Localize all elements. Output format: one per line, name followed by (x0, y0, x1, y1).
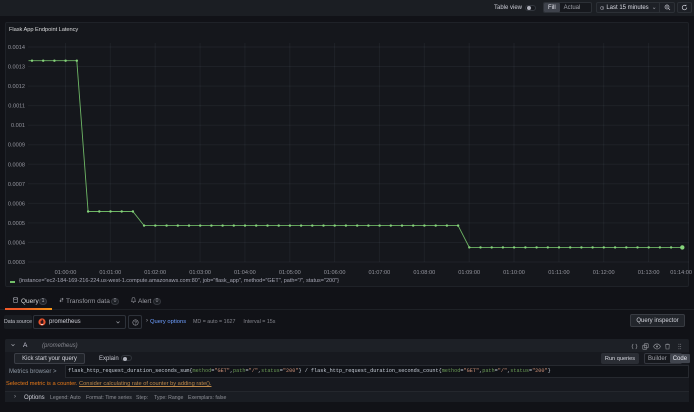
svg-text:0.0014: 0.0014 (8, 45, 25, 51)
svg-text:01:14:00: 01:14:00 (670, 270, 692, 276)
svg-text:01:06:00: 01:06:00 (324, 270, 346, 276)
svg-text:01:07:00: 01:07:00 (369, 270, 391, 276)
svg-text:01:13:00: 01:13:00 (638, 270, 660, 276)
svg-text:0.0013: 0.0013 (8, 65, 25, 71)
svg-text:01:11:00: 01:11:00 (548, 270, 569, 276)
svg-text:01:03:00: 01:03:00 (189, 270, 211, 276)
svg-text:01:05:00: 01:05:00 (279, 270, 301, 276)
svg-text:01:10:00: 01:10:00 (503, 270, 525, 276)
svg-text:01:00:00: 01:00:00 (55, 270, 77, 276)
svg-text:0.0012: 0.0012 (8, 84, 25, 90)
svg-text:01:01:00: 01:01:00 (99, 270, 121, 276)
svg-text:0.0005: 0.0005 (8, 221, 25, 227)
svg-text:01:09:00: 01:09:00 (458, 270, 480, 276)
svg-text:01:08:00: 01:08:00 (413, 270, 435, 276)
svg-text:0.0009: 0.0009 (8, 143, 25, 149)
svg-text:0.001: 0.001 (11, 123, 25, 129)
svg-text:0.0007: 0.0007 (8, 182, 25, 188)
svg-text:0.0004: 0.0004 (8, 241, 25, 247)
svg-text:01:02:00: 01:02:00 (144, 270, 166, 276)
svg-text:0.0011: 0.0011 (8, 104, 25, 110)
svg-text:0.0003: 0.0003 (8, 260, 25, 266)
svg-text:01:12:00: 01:12:00 (593, 270, 615, 276)
svg-text:01:04:00: 01:04:00 (234, 270, 256, 276)
svg-text:0.0006: 0.0006 (8, 201, 25, 207)
svg-text:0.0008: 0.0008 (8, 162, 25, 168)
